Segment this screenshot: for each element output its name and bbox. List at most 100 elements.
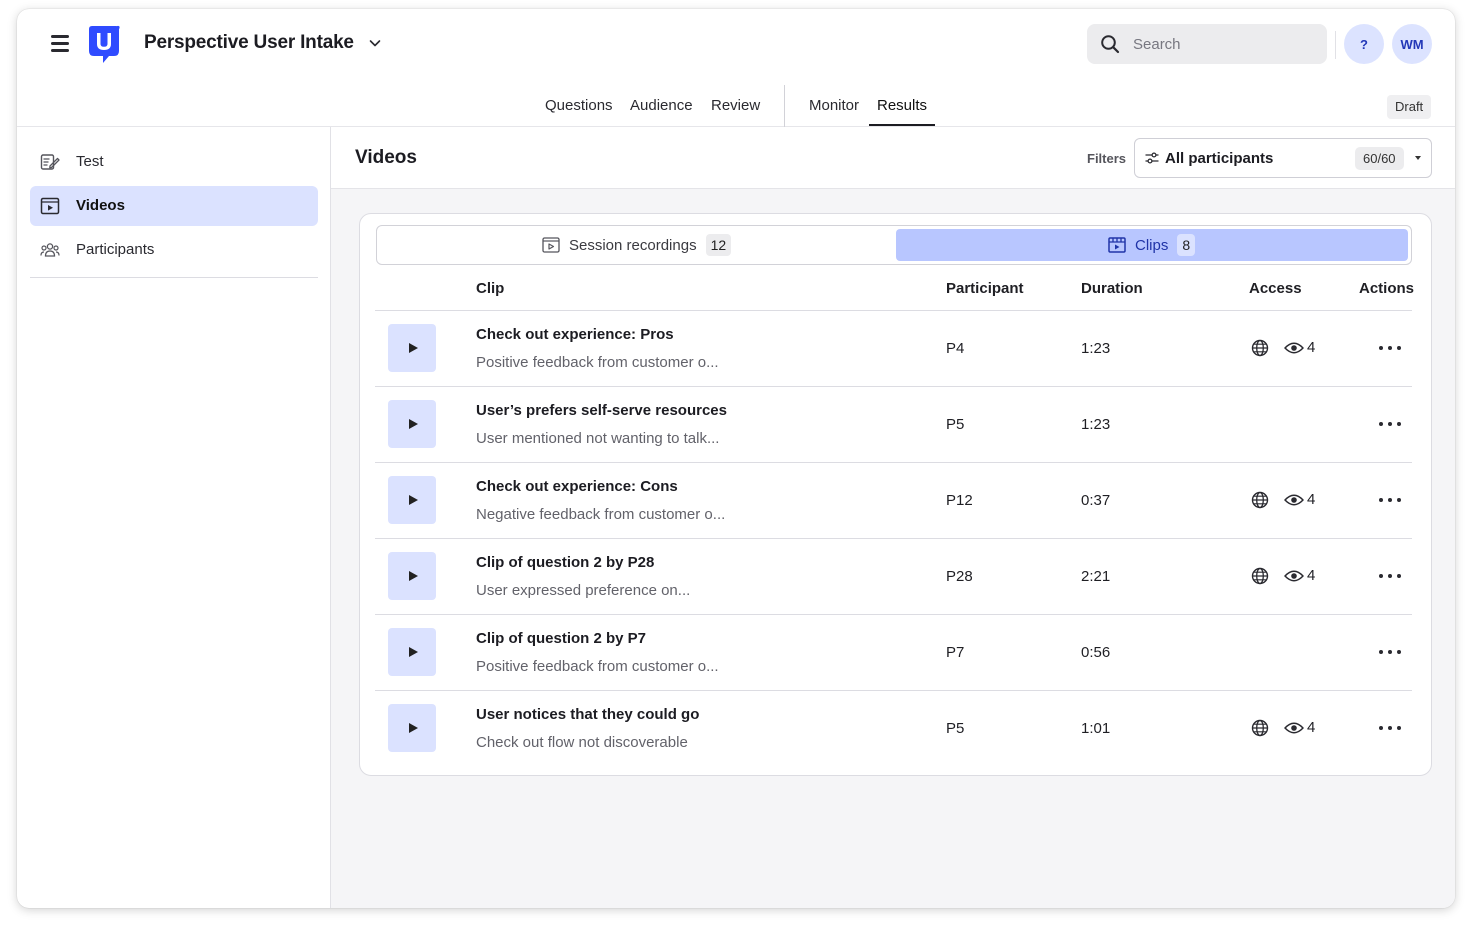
chevron-down-icon[interactable] — [367, 35, 383, 51]
filters-label: Filters — [1087, 151, 1127, 166]
nav-tabs: Questions Audience Review Monitor Result… — [17, 85, 1455, 127]
table-row[interactable]: Check out experience: Cons Negative feedb… — [375, 463, 1412, 539]
clip-description: Positive feedback from customer o... — [476, 658, 719, 675]
table-row[interactable]: User’s prefers self-serve resources User … — [375, 387, 1412, 463]
duration-cell: 1:23 — [1081, 340, 1111, 357]
play-icon[interactable] — [388, 628, 436, 676]
sidebar-item-label: Test — [76, 153, 104, 170]
test-edit-icon — [40, 154, 60, 170]
project-title: Perspective User Intake — [144, 32, 354, 53]
more-actions-icon[interactable] — [1379, 567, 1401, 585]
segment-count: 12 — [705, 234, 732, 256]
clip-film-icon — [1108, 237, 1126, 253]
participants-icon — [40, 243, 60, 257]
more-actions-icon[interactable] — [1379, 339, 1401, 357]
help-button[interactable]: ? — [1344, 24, 1384, 64]
globe-icon[interactable] — [1251, 339, 1269, 357]
column-header-duration[interactable]: Duration — [1081, 280, 1143, 297]
clip-title[interactable]: User notices that they could go — [476, 706, 699, 723]
session-video-icon — [542, 237, 560, 253]
tab-session-recordings[interactable]: Session recordings 12 — [380, 229, 892, 261]
play-icon[interactable] — [388, 324, 436, 372]
eye-icon[interactable] — [1284, 721, 1304, 735]
column-header-participant[interactable]: Participant — [946, 280, 1024, 297]
play-icon[interactable] — [388, 400, 436, 448]
sidebar-divider — [30, 277, 318, 278]
table-row[interactable]: Clip of question 2 by P7 Positive feedbac… — [375, 615, 1412, 691]
more-actions-icon[interactable] — [1379, 643, 1401, 661]
more-actions-icon[interactable] — [1379, 415, 1401, 433]
eye-icon[interactable] — [1284, 493, 1304, 507]
clip-description: Negative feedback from customer o... — [476, 506, 726, 523]
sidebar-item-videos[interactable]: Videos — [30, 186, 318, 226]
tab-questions[interactable]: Questions — [545, 97, 613, 114]
clip-description: User expressed preference on... — [476, 582, 691, 599]
tab-audience[interactable]: Audience — [630, 97, 693, 114]
sidebar: Test Videos Participants — [17, 127, 331, 908]
duration-cell: 1:23 — [1081, 416, 1111, 433]
app-window: Perspective User Intake ? WM Questions A… — [17, 9, 1455, 908]
participant-cell: P5 — [946, 416, 965, 433]
participant-cell: P28 — [946, 568, 973, 585]
tab-review[interactable]: Review — [711, 97, 760, 114]
filter-value: All participants — [1165, 150, 1274, 167]
participant-filter-select[interactable]: All participants 60/60 — [1134, 138, 1432, 178]
view-count: 4 — [1307, 719, 1316, 736]
clip-title[interactable]: User’s prefers self-serve resources — [476, 402, 727, 419]
nav-divider — [784, 85, 785, 127]
sidebar-item-label: Participants — [76, 241, 155, 258]
clip-title[interactable]: Clip of question 2 by P7 — [476, 630, 646, 647]
play-icon[interactable] — [388, 552, 436, 600]
clip-title[interactable]: Check out experience: Cons — [476, 478, 678, 495]
duration-cell: 2:21 — [1081, 568, 1111, 585]
top-header: Perspective User Intake ? WM Questions A… — [17, 9, 1455, 127]
segment-count: 8 — [1177, 234, 1196, 256]
duration-cell: 1:01 — [1081, 720, 1111, 737]
table-row[interactable]: Check out experience: Pros Positive feedb… — [375, 311, 1412, 387]
view-count: 4 — [1307, 339, 1316, 356]
table-row[interactable]: User notices that they could go Check out… — [375, 691, 1412, 767]
page-title: Videos — [355, 147, 417, 168]
more-actions-icon[interactable] — [1379, 491, 1401, 509]
globe-icon[interactable] — [1251, 491, 1269, 509]
table-row[interactable]: Clip of question 2 by P28 User expressed … — [375, 539, 1412, 615]
more-actions-icon[interactable] — [1379, 719, 1401, 737]
participant-cell: P4 — [946, 340, 965, 357]
filter-sliders-icon — [1145, 152, 1159, 164]
tab-monitor[interactable]: Monitor — [809, 97, 859, 114]
active-tab-indicator — [869, 124, 935, 126]
clip-title[interactable]: Clip of question 2 by P28 — [476, 554, 654, 571]
search-icon — [1101, 35, 1120, 54]
eye-icon[interactable] — [1284, 341, 1304, 355]
tab-clips[interactable]: Clips 8 — [896, 229, 1408, 261]
eye-icon[interactable] — [1284, 569, 1304, 583]
sidebar-item-test[interactable]: Test — [30, 142, 318, 182]
participant-cell: P5 — [946, 720, 965, 737]
clip-description: Positive feedback from customer o... — [476, 354, 719, 371]
menu-icon[interactable] — [51, 35, 69, 52]
brand-logo-icon[interactable] — [87, 25, 121, 65]
play-icon[interactable] — [388, 704, 436, 752]
clip-description: User mentioned not wanting to talk... — [476, 430, 720, 447]
sidebar-item-participants[interactable]: Participants — [30, 230, 318, 270]
tab-results[interactable]: Results — [877, 97, 927, 114]
clip-description: Check out flow not discoverable — [476, 734, 688, 751]
video-icon — [40, 197, 60, 215]
globe-icon[interactable] — [1251, 719, 1269, 737]
column-header-actions: Actions — [1359, 280, 1415, 297]
view-count: 4 — [1307, 567, 1316, 584]
clip-title[interactable]: Check out experience: Pros — [476, 326, 674, 343]
main-toolbar: Videos Filters All participants 60/60 — [331, 127, 1455, 189]
sidebar-item-label: Videos — [76, 197, 125, 214]
search-input[interactable] — [1133, 24, 1313, 64]
column-header-access[interactable]: Access — [1249, 280, 1302, 297]
play-icon[interactable] — [388, 476, 436, 524]
globe-icon[interactable] — [1251, 567, 1269, 585]
video-type-toggle: Session recordings 12 Clips 8 — [376, 225, 1412, 265]
duration-cell: 0:37 — [1081, 492, 1111, 509]
videos-card: Session recordings 12 Clips 8 Clip Parti… — [359, 213, 1432, 776]
column-header-clip[interactable]: Clip — [476, 280, 504, 297]
participant-count-badge: 60/60 — [1355, 147, 1404, 170]
user-avatar[interactable]: WM — [1392, 24, 1432, 64]
caret-down-icon — [1415, 156, 1421, 160]
